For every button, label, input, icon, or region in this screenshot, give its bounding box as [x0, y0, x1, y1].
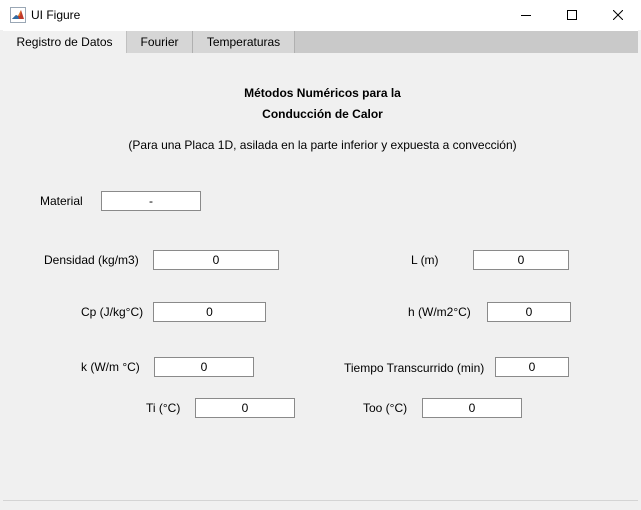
tab-bar: Registro de Datos Fourier Temperaturas: [3, 31, 638, 54]
k-field[interactable]: 0: [154, 357, 254, 377]
panel-divider: [3, 500, 638, 501]
close-icon: [613, 10, 623, 20]
page-title-line-2: Conducción de Calor: [262, 107, 383, 121]
ti-field[interactable]: 0: [195, 398, 295, 418]
ui-figure-window: UI Figure Registro de Datos Fourier Temp…: [0, 0, 641, 510]
densidad-field[interactable]: 0: [153, 250, 279, 270]
cp-field[interactable]: 0: [153, 302, 266, 322]
page-subtitle: (Para una Placa 1D, asilada en la parte …: [128, 138, 517, 152]
material-field[interactable]: -: [101, 191, 201, 211]
matlab-icon: [10, 7, 26, 23]
close-button[interactable]: [595, 0, 641, 30]
page-title-line-1: Métodos Numéricos para la: [244, 86, 401, 100]
l-label: L (m): [411, 253, 439, 267]
tab-temperaturas[interactable]: Temperaturas: [193, 31, 295, 53]
tiempo-transcurrido-field[interactable]: 0: [495, 357, 569, 377]
k-label: k (W/m °C): [81, 360, 140, 374]
maximize-button[interactable]: [549, 0, 595, 30]
title-bar[interactable]: UI Figure: [0, 0, 641, 30]
h-field[interactable]: 0: [487, 302, 571, 322]
maximize-icon: [567, 10, 577, 20]
cp-label: Cp (J/kg°C): [81, 305, 144, 319]
too-label: Too (°C): [363, 401, 408, 415]
too-field[interactable]: 0: [422, 398, 522, 418]
minimize-button[interactable]: [503, 0, 549, 30]
densidad-label: Densidad (kg/m3): [44, 253, 139, 267]
tab-registro-de-datos[interactable]: Registro de Datos: [3, 31, 127, 54]
material-label: Material: [40, 194, 83, 208]
window-frame-bottom: [0, 501, 641, 510]
h-label: h (W/m2°C): [408, 305, 471, 319]
ti-label: Ti (°C): [146, 401, 181, 415]
tiempo-transcurrido-label: Tiempo Transcurrido (min): [344, 361, 485, 375]
l-field[interactable]: 0: [473, 250, 569, 270]
minimize-icon: [521, 10, 531, 20]
window-title: UI Figure: [31, 8, 81, 22]
tab-fourier[interactable]: Fourier: [127, 31, 193, 53]
